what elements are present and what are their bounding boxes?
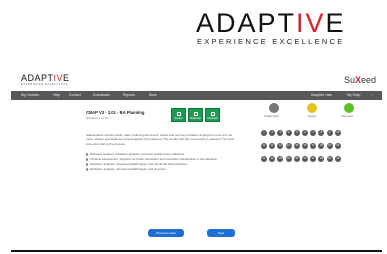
- radio-icon[interactable]: [86, 153, 89, 156]
- question-number-button[interactable]: 15: [293, 143, 300, 149]
- app-logo-tagline: EXPERIENCE EXCELLENCE: [21, 83, 69, 86]
- attempted-legend-dot: [344, 103, 354, 113]
- question-number-button[interactable]: 1: [261, 130, 267, 136]
- nav-item-more[interactable]: More: [149, 93, 157, 98]
- question-title: CBAP V3 - 3.01 - BA Planning: [86, 110, 145, 115]
- question-number-button[interactable]: 19: [326, 143, 333, 149]
- question-number-button[interactable]: 9: [326, 130, 333, 136]
- main-nav: My Courses Help Contact Downloads Report…: [11, 91, 382, 100]
- app-logo-highlight: IV: [53, 73, 64, 83]
- answer-option-label: Business analysis, elicitation analysis,…: [90, 152, 185, 156]
- footer-divider: [11, 250, 382, 252]
- banner-brand-suffix: E: [325, 8, 346, 38]
- nav-user[interactable]: Adaptive User: [311, 93, 332, 98]
- question-number-button[interactable]: 7: [310, 130, 317, 136]
- question-panel: CBAP V3 - 3.01 - BA Planning Question 1 …: [11, 100, 382, 250]
- calculator-button-label: Calculator: [207, 117, 218, 120]
- nav-item-contact[interactable]: Contact: [69, 93, 81, 98]
- answer-option-label: Elicitation analysis, structured walkthr…: [90, 162, 188, 166]
- question-number-button[interactable]: 17: [310, 143, 317, 149]
- question-number-button[interactable]: 8: [318, 130, 325, 136]
- attempted-legend-label: Attempted: [341, 115, 353, 118]
- nav-item-my-courses[interactable]: My Courses: [21, 93, 39, 98]
- review-button-label: Review: [174, 117, 183, 120]
- question-number-button[interactable]: 29: [326, 156, 333, 162]
- next-button[interactable]: Next: [207, 229, 235, 237]
- product-logo-prefix: Su: [343, 75, 355, 85]
- question-number-button[interactable]: 22: [269, 156, 276, 162]
- question-number-button[interactable]: 6: [302, 130, 308, 136]
- question-number-button[interactable]: 23: [277, 156, 284, 162]
- calculator-button[interactable]: Calculator: [205, 108, 220, 122]
- review-icon: [177, 112, 181, 116]
- review-legend-label: Review: [308, 115, 317, 118]
- calculator-icon: [211, 112, 215, 116]
- banner-brand-highlight: IV: [296, 8, 326, 38]
- bookmark-button-label: Bookmark: [190, 117, 201, 120]
- banner-brand-prefix: ADAPT: [196, 8, 297, 38]
- banner-logo: ADAPTIVE EXPERIENCE EXCELLENCE: [196, 8, 382, 47]
- unattempted-legend-dot: [269, 103, 279, 113]
- question-number-button[interactable]: 13: [277, 143, 284, 149]
- answer-options: Business analysis, elicitation analysis,…: [86, 152, 238, 172]
- radio-icon[interactable]: [86, 163, 89, 166]
- previous-button[interactable]: Previous Label: [148, 229, 184, 237]
- question-text: Stakeholders include public, state, fede…: [86, 133, 234, 146]
- banner-tagline: EXPERIENCE EXCELLENCE: [197, 37, 345, 46]
- question-number-button[interactable]: 2: [269, 130, 276, 136]
- answer-option-label: Timeline assessment, organize for better…: [90, 157, 218, 161]
- bookmark-button[interactable]: Bookmark: [188, 108, 203, 122]
- question-number-button[interactable]: 5: [293, 130, 300, 136]
- question-number-button[interactable]: 12: [269, 143, 276, 149]
- bookmark-icon: [194, 112, 198, 116]
- review-legend-dot: [307, 103, 317, 113]
- unattempted-legend-label: Unattempted: [264, 115, 279, 118]
- question-number-button[interactable]: 10: [334, 130, 341, 136]
- question-number-button[interactable]: 18: [318, 143, 325, 149]
- app-header: ADAPTIVE EXPERIENCE EXCELLENCE SuXeed: [11, 68, 382, 91]
- app-logo[interactable]: ADAPTIVE: [21, 74, 70, 83]
- nav-item-help[interactable]: Help: [53, 93, 60, 98]
- question-number-button[interactable]: 16: [302, 143, 308, 149]
- question-number-button[interactable]: 21: [261, 156, 267, 162]
- question-number-button[interactable]: 20: [334, 143, 341, 149]
- question-number-button[interactable]: 28: [318, 156, 325, 162]
- app-logo-suffix: E: [63, 73, 70, 83]
- radio-icon[interactable]: [86, 168, 89, 171]
- question-number-button[interactable]: 27: [310, 156, 317, 162]
- nav-chevron-icon[interactable]: ›: [371, 93, 372, 98]
- question-number-button[interactable]: 25: [293, 156, 300, 162]
- nav-item-downloads[interactable]: Downloads: [93, 93, 110, 98]
- banner-brand: ADAPTIVE: [196, 8, 382, 38]
- question-subtitle: Question 1 of 30: [86, 116, 109, 120]
- question-number-button[interactable]: 14: [285, 143, 292, 149]
- nav-item-reports[interactable]: Reports: [123, 93, 135, 98]
- answer-option[interactable]: Elicitation analysis, structured walkthr…: [86, 167, 238, 172]
- review-button[interactable]: Review: [171, 108, 186, 122]
- question-number-button[interactable]: 3: [277, 130, 284, 136]
- answer-option-label: Elicitation analysis, structured walkthr…: [90, 167, 167, 171]
- product-logo-suffix: eed: [360, 75, 376, 85]
- app-screenshot: ADAPTIVE EXPERIENCE EXCELLENCE SuXeed My…: [11, 68, 382, 252]
- nav-account[interactable]: My Shop: [347, 93, 360, 98]
- product-logo: SuXeed: [344, 75, 376, 85]
- app-logo-prefix: ADAPT: [21, 73, 54, 83]
- question-number-button[interactable]: 11: [261, 143, 267, 149]
- question-number-button[interactable]: 4: [285, 130, 292, 136]
- question-number-button[interactable]: 26: [302, 156, 308, 162]
- question-number-button[interactable]: 24: [285, 156, 292, 162]
- radio-icon[interactable]: [86, 158, 89, 161]
- question-number-button[interactable]: 30: [334, 156, 341, 162]
